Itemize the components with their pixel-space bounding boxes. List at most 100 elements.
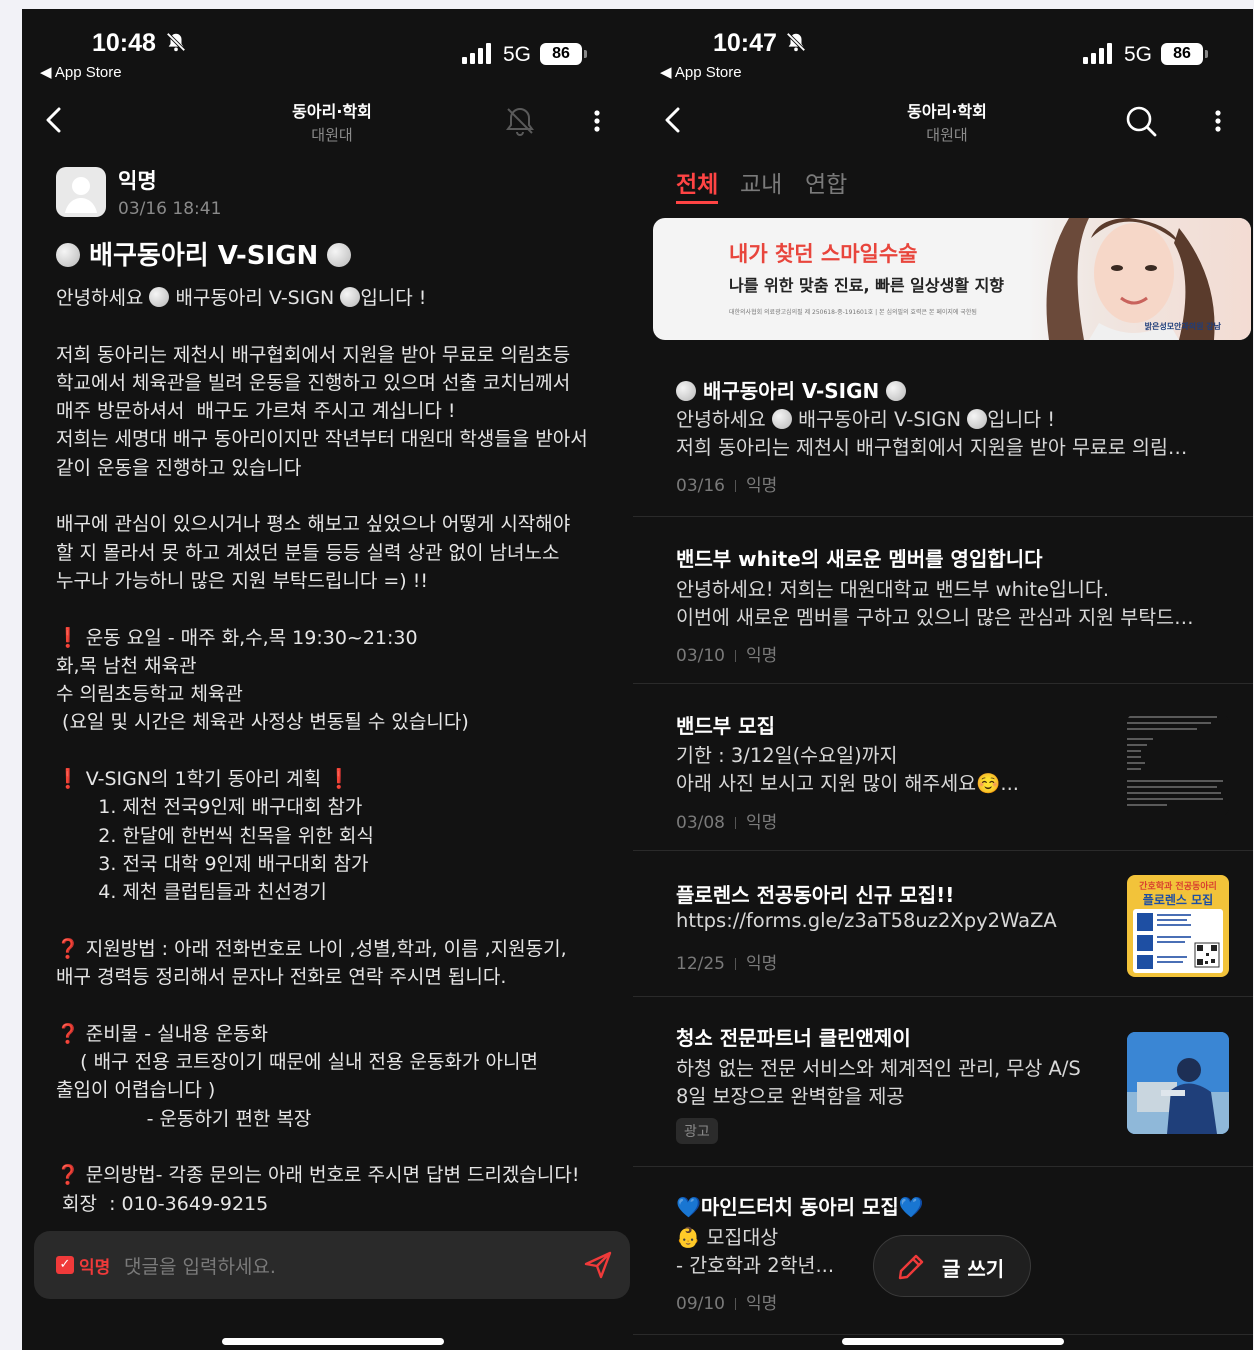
question-icon: ❓ <box>56 937 80 960</box>
list-item[interactable]: 플로렌스 전공동아리 신규 모집!! https://forms.gle/z3a… <box>633 851 1253 997</box>
list-item-title: 청소 전문파트너 클린앤제이 <box>676 1026 911 1050</box>
list-item[interactable]: 밴드부 white의 새로운 멤버를 영입합니다 안녕하세요! 저희는 대원대학… <box>633 517 1253 684</box>
nav-subtitle: 대원대 <box>926 126 968 144</box>
apply-heading: 지원방법 : 아래 전화번호로 나이 ,성별,학과, 이름 ,지원동기, <box>79 937 567 960</box>
anonymous-checkbox[interactable]: ✓ <box>56 1256 74 1274</box>
home-indicator <box>222 1338 444 1345</box>
tab-union[interactable]: 연합 <box>805 165 847 199</box>
heart-icon: 💙 <box>676 1195 701 1219</box>
search-icon[interactable] <box>1121 101 1161 141</box>
status-bar: 10:48 ◀ App Store 5G 86 <box>22 9 642 95</box>
list-item-title: 배구동아리 V-SIGN <box>676 375 907 404</box>
list-item-preview: 저희 동아리는 제천시 배구협회에서 지원을 받아 무료로 의림… <box>676 436 1188 459</box>
list-item-preview: 아래 사진 보시고 지원 많이 해주세요☺️... <box>676 772 1019 795</box>
list-item-preview: - 간호학과 2학년... <box>676 1254 835 1277</box>
app-store-back-link[interactable]: ◀ App Store <box>40 63 122 81</box>
nav-title-block: 동아리·학회 대원대 <box>22 98 642 145</box>
preview-text: 안녕하세요 <box>676 408 772 431</box>
ad-subline: 나를 위한 맞춤 진료, 빠른 일상생활 지향 <box>729 276 1005 295</box>
list-item-meta: 09/10 익명 <box>676 1289 777 1314</box>
more-options-icon[interactable] <box>1198 101 1238 141</box>
tab-all[interactable]: 전체 <box>676 165 718 199</box>
write-post-label: 글 쓰기 <box>942 1257 1005 1281</box>
item-author: 익명 <box>746 1294 778 1314</box>
signal-icon <box>462 42 494 64</box>
ad-banner[interactable]: 내가 찾던 스마일수술 나를 위한 맞춤 진료, 빠른 일상생활 지향 대한의사… <box>653 218 1251 340</box>
item-author: 익명 <box>746 813 778 833</box>
navigation-bar: 동아리·학회 대원대 <box>22 95 642 155</box>
avatar <box>56 167 106 217</box>
schedule-details: 화,목 남천 채육관 수 의림초등학교 체육관 (요일 및 시간은 체육관 사정… <box>56 654 469 734</box>
list-item-preview: 👶 모집대상 <box>676 1226 779 1249</box>
volleyball-icon <box>771 409 792 429</box>
post-title-text: 배구동아리 V-SIGN <box>89 241 319 271</box>
item-date: 12/25 <box>676 954 725 974</box>
list-item-title: 플로렌스 전공동아리 신규 모집!! <box>676 883 955 907</box>
title-text: 배구동아리 V-SIGN <box>702 379 880 403</box>
list-item-preview: 안녕하세요 배구동아리 V-SIGN 입니다 ! <box>676 403 1055 432</box>
navigation-bar: 동아리·학회 대원대 <box>633 95 1253 155</box>
post-title: 배구동아리 V-SIGN <box>56 235 352 272</box>
exclamation-icon: ❗ <box>327 768 351 791</box>
post-date: 03/16 18:41 <box>118 199 222 219</box>
item-date: 03/08 <box>676 813 725 833</box>
volleyball-icon <box>327 243 352 267</box>
comment-bar: ✓ 익명 댓글을 입력하세요. <box>34 1231 630 1299</box>
prep-details: ( 배구 전용 코트장이기 때문에 실내 전용 운동화가 아니면 출입이 어렵습… <box>56 1051 538 1130</box>
preview-text: 입니다 ! <box>987 408 1056 431</box>
apply-details: 배구 경력등 정리해서 문자나 전화로 연락 주시면 됩니다. <box>56 966 507 989</box>
list-item-thumbnail <box>1127 1032 1229 1134</box>
signal-icon <box>1083 42 1115 64</box>
board-list-screen: 10:47 ◀ App Store 5G 86 동아리·학회 대원대 전체 교내… <box>633 9 1253 1350</box>
title-text: 마인드터치 동아리 모집 <box>700 1195 899 1219</box>
body-paragraph: 저희 동아리는 제천시 배구협회에서 지원을 받아 무료로 의림초등 학교에서 … <box>56 343 588 479</box>
volleyball-icon <box>56 243 80 267</box>
tab-on-campus[interactable]: 교내 <box>740 165 782 199</box>
list-item-title: 💙마인드터치 동아리 모집💙 <box>676 1191 924 1220</box>
send-icon[interactable] <box>582 1249 614 1281</box>
nav-title: 동아리·학회 <box>907 102 987 121</box>
list-item[interactable]: 배구동아리 V-SIGN 안녕하세요 배구동아리 V-SIGN 입니다 ! 저희… <box>633 359 1253 517</box>
write-post-button[interactable]: 글 쓰기 <box>873 1235 1031 1297</box>
post-author: 익명 <box>118 169 157 193</box>
list-item[interactable]: 밴드부 모집 기한 : 3/12일(수요일)까지 아래 사진 보시고 지원 많이… <box>633 684 1253 851</box>
list-item-preview: 이번에 새로운 멤버를 구하고 있으니 많은 관심과 지원 부탁드… <box>676 606 1194 629</box>
list-item-thumbnail: 간호학과 전공동아리 플로렌스 모집 <box>1127 875 1229 977</box>
volleyball-icon <box>886 381 907 401</box>
bell-slash-icon <box>165 31 187 58</box>
body-paragraph: 배구에 관심이 있으시거나 평소 해보고 싶었으나 어떻게 시작해야 할 지 몰… <box>56 513 571 592</box>
list-item-meta: 03/16 익명 <box>676 471 777 496</box>
list-item-meta: 03/10 익명 <box>676 641 777 666</box>
sponsored-list-item[interactable]: 청소 전문파트너 클린앤제이 하청 없는 전문 서비스와 체계적인 관리, 무상… <box>633 997 1253 1167</box>
list-item-title: 밴드부 white의 새로운 멤버를 영입합니다 <box>676 547 1043 571</box>
list-item-preview: 하청 없는 전문 서비스와 체계적인 관리, 무상 A/S <box>676 1057 1081 1080</box>
preview-text: 배구동아리 V-SIGN <box>791 408 968 431</box>
heart-icon: 💙 <box>898 1195 924 1219</box>
nav-title: 동아리·학회 <box>292 102 372 121</box>
item-date: 09/10 <box>676 1294 725 1314</box>
anonymous-label[interactable]: 익명 <box>79 1253 110 1278</box>
ad-logo: 밝은성모안과의원 강남 <box>1144 322 1221 331</box>
ad-badge: 광고 <box>676 1118 718 1144</box>
app-store-back-link[interactable]: ◀ App Store <box>660 63 742 81</box>
volleyball-icon <box>676 381 696 401</box>
list-item-preview: 기한 : 3/12일(수요일)까지 <box>676 744 898 767</box>
list-item-title: 밴드부 모집 <box>676 714 775 738</box>
ad-headline: 내가 찾던 스마일수술 <box>729 242 918 266</box>
plan-list: 1. 제천 전국9인제 배구대회 참가 2. 한달에 한번씩 친목을 위한 회식… <box>98 796 374 904</box>
notification-off-icon[interactable] <box>500 101 540 141</box>
post-detail-screen: 10:48 ◀ App Store 5G 86 동아리·학회 대원대 익명 03… <box>22 9 642 1350</box>
item-date: 03/16 <box>676 476 725 496</box>
volleyball-icon <box>149 287 170 307</box>
item-author: 익명 <box>746 476 778 496</box>
comment-input[interactable]: 댓글을 입력하세요. <box>124 1252 276 1279</box>
exclamation-icon: ❗ <box>56 768 80 791</box>
question-icon: ❓ <box>56 1022 80 1045</box>
contact-details: 회장 : 010-3649-9215 <box>56 1192 269 1215</box>
list-item-meta: 12/25 익명 <box>676 949 777 974</box>
pencil-icon <box>896 1252 926 1282</box>
prep-heading: 준비물 - 실내용 운동화 <box>79 1022 269 1045</box>
list-item-preview: 안녕하세요! 저희는 대원대학교 밴드부 white입니다. <box>676 578 1110 601</box>
nav-subtitle: 대원대 <box>311 126 353 144</box>
more-options-icon[interactable] <box>577 101 617 141</box>
